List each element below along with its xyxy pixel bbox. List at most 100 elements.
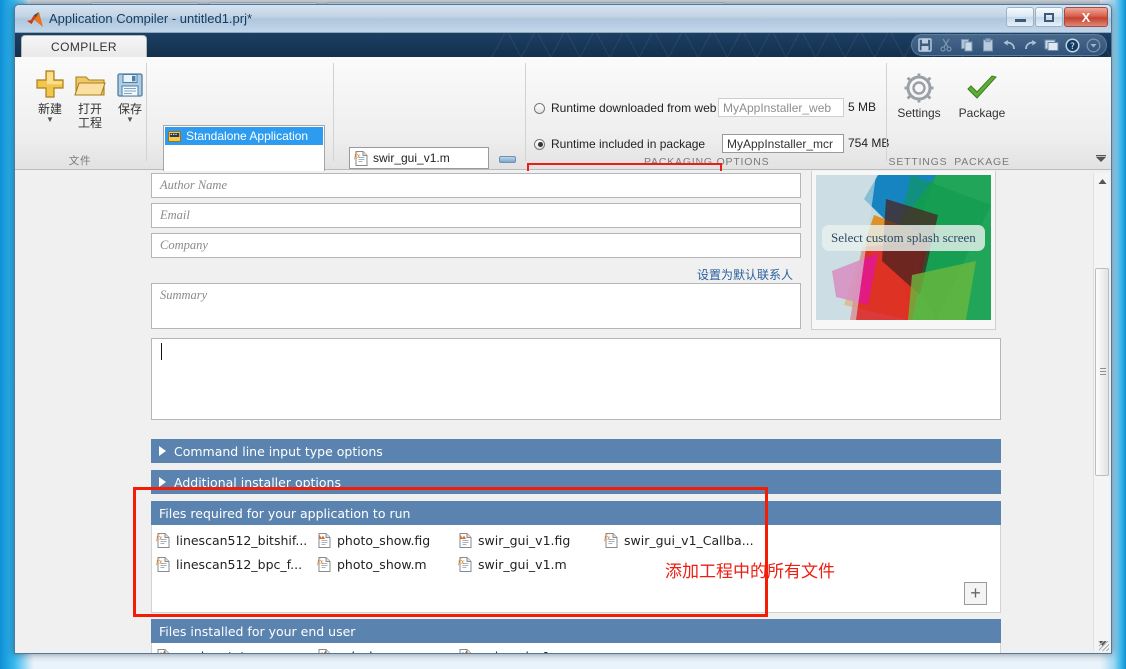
layout-icon[interactable]: [1042, 37, 1060, 54]
required-file-item[interactable]: fx linescan512_bpc_f...: [156, 557, 302, 572]
copy-icon[interactable]: [958, 37, 976, 54]
fig-file-icon: [318, 533, 331, 548]
fig-file-icon: [459, 533, 472, 548]
m-file-icon: fx: [604, 533, 618, 548]
select-splash-screen-label[interactable]: Select custom splash screen: [822, 225, 985, 251]
matlab-file-icon: [157, 649, 170, 653]
remove-main-file-button[interactable]: [499, 156, 516, 163]
radio-runtime-web-label: Runtime downloaded from web: [551, 101, 717, 115]
installer-name-web-input[interactable]: MyAppInstaller_web: [718, 98, 844, 117]
minimize-icon: [1014, 18, 1026, 22]
ribbon-group-settings-label: SETTINGS: [888, 156, 948, 168]
save-icon[interactable]: [916, 37, 934, 54]
chevron-right-icon: [159, 446, 166, 456]
type-item-label: Standalone Application: [186, 129, 309, 143]
installed-file-item[interactable]: splash.png: [317, 649, 405, 653]
type-item-standalone-application[interactable]: Standalone Application: [165, 127, 323, 145]
collapse-ribbon-icon[interactable]: [1095, 154, 1107, 166]
installed-file-item[interactable]: readme.txt: [156, 649, 245, 653]
radio-runtime-included[interactable]: [534, 138, 545, 150]
customize-dropdown-icon[interactable]: [1084, 37, 1102, 54]
annotation-add-all-project-files: 添加工程中的所有文件: [665, 562, 835, 582]
window-resize-grip[interactable]: [1099, 641, 1109, 651]
scrollbar-grip-icon: [1100, 368, 1106, 375]
runtime-mcr-size: 754 MB: [848, 136, 890, 150]
ribbon-group-settings: Settings SETTINGS: [887, 57, 949, 170]
redo-icon[interactable]: [1021, 37, 1039, 54]
section-title: Command line input type options: [174, 443, 383, 459]
m-file-icon: fx: [156, 557, 170, 572]
section-additional-installer-options[interactable]: Additional installer options: [151, 470, 1001, 494]
required-file-name: photo_show.fig: [337, 533, 431, 548]
installed-files-panel: readme.txt splash.png swir_gui_v1.exe: [151, 643, 1001, 653]
ribbon: 新建 ▼ 打开 工程 保存 ▼ 文件 Standalone Applicatio…: [15, 57, 1111, 211]
undo-icon[interactable]: [1000, 37, 1018, 54]
description-textarea[interactable]: [151, 338, 1001, 420]
maximize-icon: [1044, 12, 1054, 22]
installer-name-mcr-input[interactable]: MyAppInstaller_mcr: [722, 134, 844, 153]
settings-button-label: Settings: [897, 106, 941, 120]
title-bar: Application Compiler - untitled1.prj* X: [15, 5, 1111, 33]
vertical-scrollbar[interactable]: [1093, 173, 1109, 651]
section-title: Files installed for your end user: [159, 623, 356, 639]
required-file-name: linescan512_bitshif...: [176, 533, 308, 548]
m-file-icon: fx: [354, 150, 368, 166]
installed-file-name: splash.png: [337, 649, 405, 653]
required-file-item[interactable]: fx photo_show.m: [317, 557, 427, 572]
cut-icon[interactable]: [937, 37, 955, 54]
minimize-button[interactable]: [1006, 7, 1034, 27]
gear-icon: [895, 69, 943, 103]
section-files-required: Files required for your application to r…: [151, 501, 1001, 525]
required-file-name: linescan512_bpc_f...: [176, 557, 303, 572]
add-required-file-button[interactable]: +: [964, 582, 987, 605]
standalone-app-icon: [168, 130, 181, 142]
required-file-item[interactable]: fx swir_gui_v1.m: [458, 557, 567, 572]
svg-text:fx: fx: [156, 534, 163, 542]
required-file-name: swir_gui_v1.m: [478, 557, 567, 572]
author-name-input[interactable]: Author Name: [151, 173, 801, 198]
email-input[interactable]: Email: [151, 203, 801, 228]
summary-input[interactable]: Summary: [151, 283, 801, 329]
close-button[interactable]: X: [1064, 7, 1108, 27]
svg-text:fx: fx: [156, 558, 163, 566]
set-default-contact-link[interactable]: 设置为默认联系人: [697, 266, 793, 283]
radio-runtime-included-row[interactable]: Runtime included in package: [534, 137, 705, 151]
main-file-field[interactable]: fx swir_gui_v1.m: [349, 147, 489, 169]
main-file-name: swir_gui_v1.m: [373, 151, 450, 165]
required-file-item[interactable]: fx linescan512_bitshif...: [156, 533, 307, 548]
required-file-item[interactable]: fx swir_gui_v1_Callba...: [604, 533, 754, 548]
required-files-panel: fx linescan512_bitshif... fx linescan512…: [151, 525, 1001, 613]
ribbon-group-package: Package PACKAGE: [951, 57, 1013, 170]
section-command-line-input-type-options[interactable]: Command line input type options: [151, 439, 1001, 463]
matlab-file-icon: [459, 649, 472, 653]
m-file-icon: fx: [156, 533, 170, 548]
installed-file-item[interactable]: swir_gui_v1.exe: [458, 649, 577, 653]
paste-icon[interactable]: [979, 37, 997, 54]
content-scroll-area: Author Name Email Company 设置为默认联系人 Summa…: [15, 171, 1111, 653]
required-file-item[interactable]: swir_gui_v1.fig: [458, 533, 570, 548]
required-file-item[interactable]: photo_show.fig: [317, 533, 430, 548]
radio-runtime-web[interactable]: [534, 102, 545, 114]
matlab-file-icon: [318, 649, 331, 653]
section-files-installed: Files installed for your end user: [151, 619, 1001, 643]
application-compiler-window: Application Compiler - untitled1.prj* X …: [14, 4, 1112, 654]
scrollbar-thumb[interactable]: [1095, 268, 1109, 476]
maximize-button[interactable]: [1035, 7, 1063, 27]
section-title: Files required for your application to r…: [159, 505, 411, 521]
matlab-logo-icon: [27, 12, 43, 27]
company-input[interactable]: Company: [151, 233, 801, 258]
svg-text:fx: fx: [317, 558, 324, 566]
settings-button[interactable]: Settings: [895, 69, 943, 120]
required-file-name: swir_gui_v1.fig: [478, 533, 571, 548]
package-button[interactable]: Package: [957, 69, 1007, 120]
quick-access-toolbar: ?: [911, 34, 1107, 56]
splash-screen-panel[interactable]: Select custom splash screen: [811, 171, 996, 330]
help-icon[interactable]: ?: [1063, 37, 1081, 54]
tab-compiler[interactable]: COMPILER: [21, 35, 147, 57]
scroll-up-arrow-icon[interactable]: [1094, 173, 1110, 189]
window-title: Application Compiler - untitled1.prj*: [49, 11, 253, 26]
ribbon-group-file-label: 文件: [68, 155, 92, 167]
package-button-label: Package: [958, 106, 1006, 120]
radio-runtime-web-row[interactable]: Runtime downloaded from web: [534, 101, 716, 115]
svg-text:?: ?: [1070, 42, 1075, 52]
